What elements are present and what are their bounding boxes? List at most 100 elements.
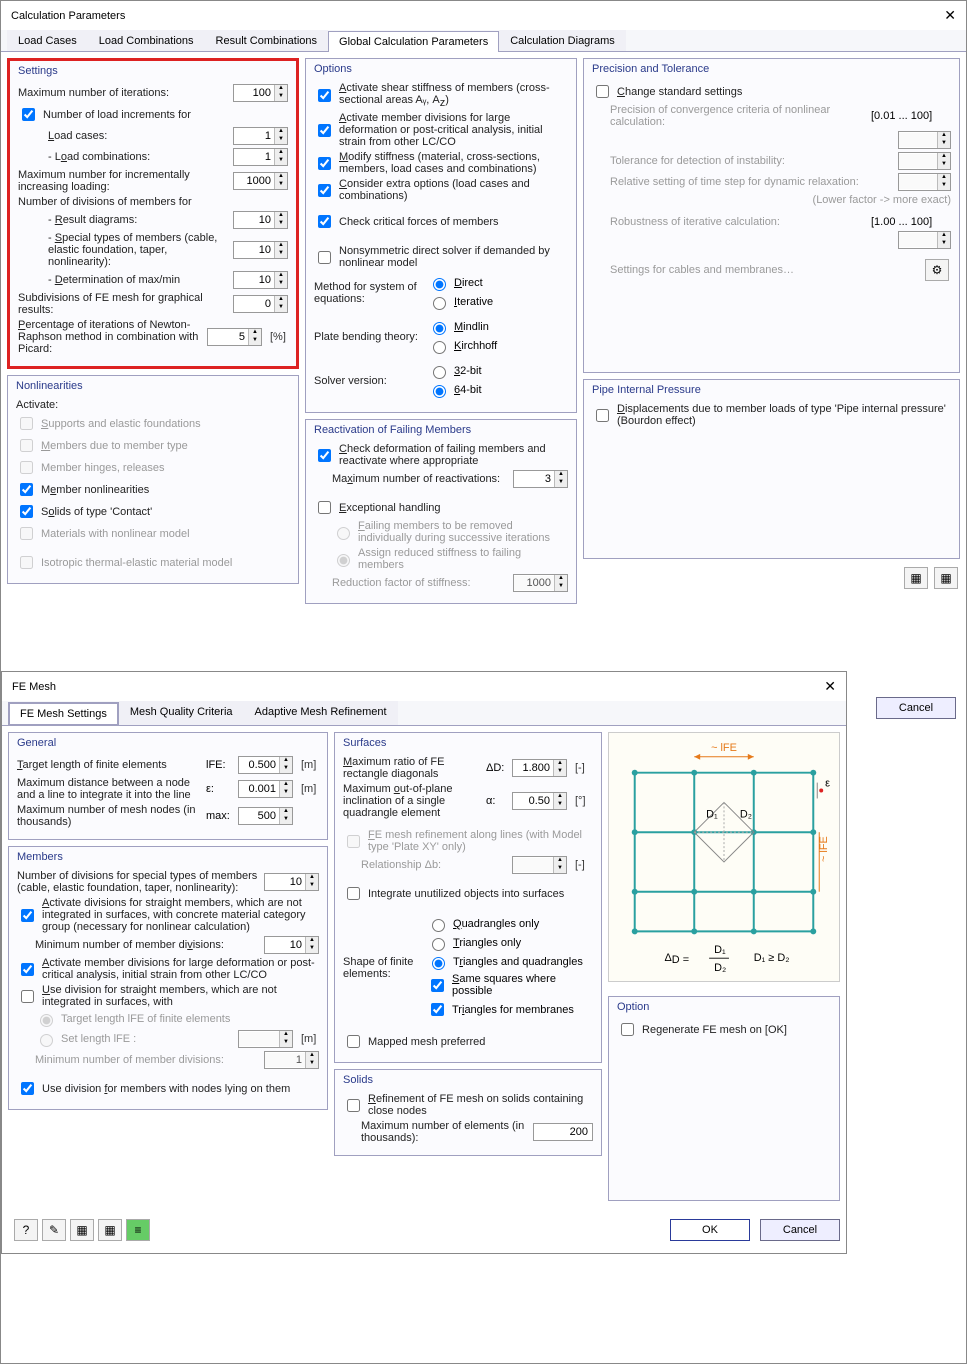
num-div-label: Number of divisions of members for bbox=[18, 196, 288, 208]
tab-fe-settings[interactable]: FE Mesh Settings bbox=[8, 702, 119, 726]
member-nonlin-label: Member nonlinearities bbox=[41, 484, 290, 496]
rem-label: Failing members to be removed individual… bbox=[358, 520, 568, 544]
surfaces-title: Surfaces bbox=[343, 737, 593, 753]
fe-cancel-button[interactable]: Cancel bbox=[760, 1219, 840, 1241]
range2: [1.00 ... 100] bbox=[871, 216, 951, 228]
settings-title: Settings bbox=[18, 65, 288, 81]
maxnodes-spin[interactable]: ▲▼ bbox=[238, 807, 293, 825]
shear-check[interactable] bbox=[318, 89, 331, 102]
tab-calc-diagrams[interactable]: Calculation Diagrams bbox=[499, 30, 626, 51]
maxdist-spin[interactable]: ▲▼ bbox=[238, 780, 293, 798]
maxout-label: Maximum out-of-plane inclination of a si… bbox=[343, 783, 482, 819]
special-types-spin[interactable]: ▲▼ bbox=[233, 241, 288, 259]
direct-radio[interactable] bbox=[433, 278, 446, 291]
main-cancel-button[interactable]: Cancel bbox=[876, 697, 956, 719]
icon-2[interactable]: ▦ bbox=[934, 567, 958, 589]
numdiv-spin[interactable]: ▲▼ bbox=[264, 873, 319, 891]
disp-check[interactable] bbox=[596, 409, 609, 422]
calc-icon[interactable]: ≡ bbox=[126, 1219, 150, 1241]
setlen-unit: [m] bbox=[301, 1033, 319, 1045]
settings-icon[interactable]: ⚙ bbox=[925, 259, 949, 281]
tab-adaptive[interactable]: Adaptive Mesh Refinement bbox=[244, 701, 398, 725]
icon-1[interactable]: ▦ bbox=[904, 567, 928, 589]
nonsym-check[interactable] bbox=[318, 251, 331, 264]
load-cases-spin[interactable]: ▲▼ bbox=[233, 127, 288, 145]
s64-radio[interactable] bbox=[433, 385, 446, 398]
tab-load-cases[interactable]: Load Cases bbox=[7, 30, 88, 51]
title-bar: Calculation Parameters ✕ bbox=[1, 1, 966, 30]
usediv-check[interactable] bbox=[21, 990, 34, 1003]
num-load-inc-check[interactable] bbox=[22, 108, 35, 121]
close-icon[interactable]: ✕ bbox=[944, 7, 956, 24]
actmem-check[interactable] bbox=[21, 963, 34, 976]
svg-text:D₁: D₁ bbox=[714, 944, 726, 956]
tab-load-combinations[interactable]: Load Combinations bbox=[88, 30, 205, 51]
setlen-spin: ▲▼ bbox=[238, 1030, 293, 1048]
s32-radio[interactable] bbox=[433, 366, 446, 379]
react-max-label: Maximum number of reactivations: bbox=[332, 473, 509, 485]
fe-close-icon[interactable]: ✕ bbox=[824, 678, 836, 695]
solmax-input[interactable] bbox=[533, 1123, 593, 1141]
react-title: Reactivation of Failing Members bbox=[314, 424, 568, 440]
load-comb-spin[interactable]: ▲▼ bbox=[233, 148, 288, 166]
note: (Lower factor -> more exact) bbox=[813, 194, 951, 206]
iso-label: Isotropic thermal-elastic material model bbox=[41, 557, 290, 569]
react-check-check[interactable] bbox=[318, 449, 331, 462]
target-label: Target length of finite elements bbox=[17, 759, 202, 771]
usediv-label: Use division for straight members, which… bbox=[42, 984, 319, 1008]
edit-icon[interactable]: ✎ bbox=[42, 1219, 66, 1241]
svg-text:ΔD =: ΔD = bbox=[664, 952, 689, 966]
modify-check[interactable] bbox=[318, 157, 331, 170]
maxratio-unit: [-] bbox=[575, 762, 593, 774]
subdiv-spin[interactable]: ▲▼ bbox=[233, 295, 288, 313]
grid2-icon[interactable]: ▦ bbox=[98, 1219, 122, 1241]
actdiv-check[interactable] bbox=[21, 909, 34, 922]
mindiv-spin[interactable]: ▲▼ bbox=[264, 936, 319, 954]
tab-result-combinations[interactable]: Result Combinations bbox=[205, 30, 329, 51]
exc-check[interactable] bbox=[318, 501, 331, 514]
maxout-spin[interactable]: ▲▼ bbox=[512, 792, 567, 810]
option-group: Option Regenerate FE mesh on [OK] bbox=[608, 996, 840, 1201]
ok-button[interactable]: OK bbox=[670, 1219, 750, 1241]
general-title: General bbox=[17, 737, 319, 753]
max-incr-spin[interactable]: ▲▼ bbox=[233, 172, 288, 190]
red-spin: ▲▼ bbox=[513, 574, 568, 592]
help-icon[interactable]: ? bbox=[14, 1219, 38, 1241]
target-spin[interactable]: ▲▼ bbox=[238, 756, 293, 774]
perc-spin[interactable]: ▲▼ bbox=[207, 328, 262, 346]
same-check[interactable] bbox=[431, 979, 444, 992]
max-iter-spin[interactable]: ▲▼ bbox=[233, 84, 288, 102]
divisions-check[interactable] bbox=[318, 124, 331, 137]
extra-check[interactable] bbox=[318, 184, 331, 197]
integrate-label: Integrate unutilized objects into surfac… bbox=[368, 888, 593, 900]
grid1-icon[interactable]: ▦ bbox=[70, 1219, 94, 1241]
usenodes-label: Use division for members with nodes lyin… bbox=[42, 1083, 319, 1095]
change-check[interactable] bbox=[596, 85, 609, 98]
det-maxmin-spin[interactable]: ▲▼ bbox=[233, 271, 288, 289]
result-diag-spin[interactable]: ▲▼ bbox=[233, 211, 288, 229]
mindlin-radio[interactable] bbox=[433, 322, 446, 335]
kirchhoff-radio[interactable] bbox=[433, 341, 446, 354]
supports-check bbox=[20, 417, 33, 430]
quad-radio[interactable] bbox=[432, 919, 445, 932]
trimem-check[interactable] bbox=[431, 1003, 444, 1016]
shape-label: Shape of finite elements: bbox=[343, 956, 423, 980]
react-max-spin[interactable]: ▲▼ bbox=[513, 470, 568, 488]
usenodes-check[interactable] bbox=[21, 1082, 34, 1095]
rob-label: Robustness of iterative calculation: bbox=[610, 216, 867, 228]
integrate-check[interactable] bbox=[347, 887, 360, 900]
triquad-radio[interactable] bbox=[432, 957, 445, 970]
check-crit-check[interactable] bbox=[318, 215, 331, 228]
mapped-check[interactable] bbox=[347, 1035, 360, 1048]
solids-check[interactable] bbox=[20, 505, 33, 518]
ref-check[interactable] bbox=[347, 1099, 360, 1112]
tri-radio[interactable] bbox=[432, 938, 445, 951]
setlen-radio bbox=[40, 1034, 53, 1047]
iterative-radio[interactable] bbox=[433, 297, 446, 310]
load-cases-label: Load cases: bbox=[48, 130, 229, 142]
member-nonlin-check[interactable] bbox=[20, 483, 33, 496]
regen-check[interactable] bbox=[621, 1023, 634, 1036]
tab-mesh-quality[interactable]: Mesh Quality Criteria bbox=[119, 701, 244, 725]
tab-global-calc[interactable]: Global Calculation Parameters bbox=[328, 31, 499, 52]
maxratio-spin[interactable]: ▲▼ bbox=[512, 759, 567, 777]
